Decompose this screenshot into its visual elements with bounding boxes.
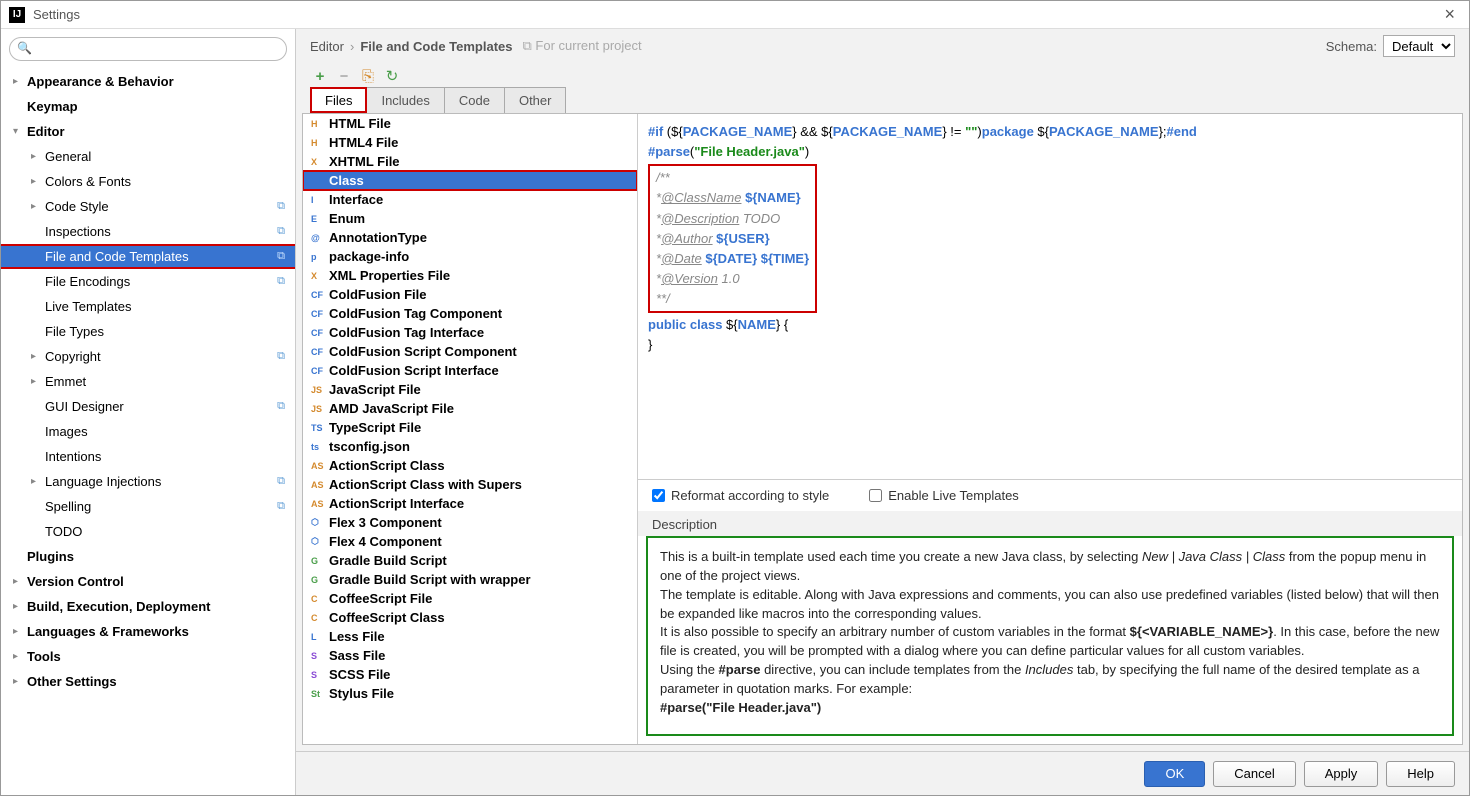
tree-item-images[interactable]: Images <box>1 419 295 444</box>
tab-code[interactable]: Code <box>444 87 505 113</box>
tree-item-file-types[interactable]: File Types <box>1 319 295 344</box>
template-sass-file[interactable]: SSass File <box>303 646 637 665</box>
template-amd-javascript-file[interactable]: JSAMD JavaScript File <box>303 399 637 418</box>
tree-item-todo[interactable]: TODO <box>1 519 295 544</box>
breadcrumb-parent: Editor <box>310 39 344 54</box>
template-class[interactable]: CClass <box>303 171 637 190</box>
template-xhtml-file[interactable]: XXHTML File <box>303 152 637 171</box>
remove-icon[interactable]: − <box>334 68 354 85</box>
template-list: HHTML FileHHTML4 FileXXHTML FileCClassII… <box>303 114 638 744</box>
tree-item-appearance-behavior[interactable]: ▸Appearance & Behavior <box>1 69 295 94</box>
template-coldfusion-tag-component[interactable]: CFColdFusion Tag Component <box>303 304 637 323</box>
tree-item-keymap[interactable]: Keymap <box>1 94 295 119</box>
breadcrumb-note: ⧉ For current project <box>523 38 642 54</box>
template-flex-3-component[interactable]: ⬡Flex 3 Component <box>303 513 637 532</box>
template-actionscript-class[interactable]: ASActionScript Class <box>303 456 637 475</box>
editor-options: Reformat according to style Enable Live … <box>638 479 1462 511</box>
schema-select[interactable]: Default <box>1383 35 1455 57</box>
template-editor[interactable]: #if (${PACKAGE_NAME} && ${PACKAGE_NAME} … <box>638 114 1462 479</box>
tab-includes[interactable]: Includes <box>366 87 444 113</box>
template-coldfusion-file[interactable]: CFColdFusion File <box>303 285 637 304</box>
template-javascript-file[interactable]: JSJavaScript File <box>303 380 637 399</box>
template-html4-file[interactable]: HHTML4 File <box>303 133 637 152</box>
tree-item-languages-frameworks[interactable]: ▸Languages & Frameworks <box>1 619 295 644</box>
breadcrumb-current: File and Code Templates <box>360 39 512 54</box>
template-enum[interactable]: EEnum <box>303 209 637 228</box>
live-templates-checkbox[interactable]: Enable Live Templates <box>869 488 1019 503</box>
tree-item-gui-designer[interactable]: GUI Designer⧉ <box>1 394 295 419</box>
template-coffeescript-class[interactable]: CCoffeeScript Class <box>303 608 637 627</box>
tree-item-editor[interactable]: ▾Editor <box>1 119 295 144</box>
tree-item-spelling[interactable]: Spelling⧉ <box>1 494 295 519</box>
template-gradle-build-script-with-wrapper[interactable]: GGradle Build Script with wrapper <box>303 570 637 589</box>
tree-item-other-settings[interactable]: ▸Other Settings <box>1 669 295 694</box>
template-scss-file[interactable]: SSCSS File <box>303 665 637 684</box>
add-icon[interactable]: + <box>310 68 330 85</box>
tree-item-emmet[interactable]: ▸Emmet <box>1 369 295 394</box>
template-actionscript-class-with-supers[interactable]: ASActionScript Class with Supers <box>303 475 637 494</box>
template-coffeescript-file[interactable]: CCoffeeScript File <box>303 589 637 608</box>
template-typescript-file[interactable]: TSTypeScript File <box>303 418 637 437</box>
window-title: Settings <box>33 7 1438 22</box>
help-button[interactable]: Help <box>1386 761 1455 787</box>
tree-item-colors-fonts[interactable]: ▸Colors & Fonts <box>1 169 295 194</box>
apply-button[interactable]: Apply <box>1304 761 1379 787</box>
template-stylus-file[interactable]: StStylus File <box>303 684 637 703</box>
search-icon: 🔍 <box>17 41 32 55</box>
template-package-info[interactable]: ppackage-info <box>303 247 637 266</box>
schema-label: Schema: <box>1326 39 1377 54</box>
sidebar: 🔍 ▸Appearance & BehaviorKeymap▾Editor▸Ge… <box>1 29 296 795</box>
template-flex-4-component[interactable]: ⬡Flex 4 Component <box>303 532 637 551</box>
dialog-footer: OK Cancel Apply Help <box>296 751 1469 795</box>
cancel-button[interactable]: Cancel <box>1213 761 1295 787</box>
template-annotationtype[interactable]: @AnnotationType <box>303 228 637 247</box>
tab-other[interactable]: Other <box>504 87 567 113</box>
tree-item-tools[interactable]: ▸Tools <box>1 644 295 669</box>
settings-tree: ▸Appearance & BehaviorKeymap▾Editor▸Gene… <box>1 69 295 795</box>
template-tabs: FilesIncludesCodeOther <box>296 85 1469 113</box>
breadcrumb: Editor › File and Code Templates ⧉ For c… <box>296 29 1469 63</box>
settings-window: IJ Settings × 🔍 ▸Appearance & BehaviorKe… <box>0 0 1470 796</box>
copy-icon[interactable]: ⎘ <box>358 68 378 85</box>
tree-item-file-and-code-templates[interactable]: File and Code Templates⧉ <box>1 244 295 269</box>
tree-item-general[interactable]: ▸General <box>1 144 295 169</box>
reformat-checkbox[interactable]: Reformat according to style <box>652 488 829 503</box>
template-tsconfig-json[interactable]: tstsconfig.json <box>303 437 637 456</box>
titlebar: IJ Settings × <box>1 1 1469 29</box>
search-input[interactable] <box>9 37 287 61</box>
ok-button[interactable]: OK <box>1144 761 1205 787</box>
tree-item-live-templates[interactable]: Live Templates <box>1 294 295 319</box>
tree-item-version-control[interactable]: ▸Version Control <box>1 569 295 594</box>
tree-item-code-style[interactable]: ▸Code Style⧉ <box>1 194 295 219</box>
template-coldfusion-script-component[interactable]: CFColdFusion Script Component <box>303 342 637 361</box>
template-coldfusion-script-interface[interactable]: CFColdFusion Script Interface <box>303 361 637 380</box>
tree-item-language-injections[interactable]: ▸Language Injections⧉ <box>1 469 295 494</box>
app-icon: IJ <box>9 7 25 23</box>
template-xml-properties-file[interactable]: XXML Properties File <box>303 266 637 285</box>
template-coldfusion-tag-interface[interactable]: CFColdFusion Tag Interface <box>303 323 637 342</box>
template-gradle-build-script[interactable]: GGradle Build Script <box>303 551 637 570</box>
tree-item-copyright[interactable]: ▸Copyright⧉ <box>1 344 295 369</box>
template-less-file[interactable]: LLess File <box>303 627 637 646</box>
template-interface[interactable]: IInterface <box>303 190 637 209</box>
template-actionscript-interface[interactable]: ASActionScript Interface <box>303 494 637 513</box>
description-header: Description <box>638 511 1462 536</box>
tree-item-inspections[interactable]: Inspections⧉ <box>1 219 295 244</box>
breadcrumb-sep: › <box>350 39 354 54</box>
tree-item-build-execution-deployment[interactable]: ▸Build, Execution, Deployment <box>1 594 295 619</box>
tab-files[interactable]: Files <box>310 87 367 113</box>
tree-item-plugins[interactable]: Plugins <box>1 544 295 569</box>
refresh-icon[interactable]: ↻ <box>382 67 402 85</box>
tree-item-file-encodings[interactable]: File Encodings⧉ <box>1 269 295 294</box>
main-panel: Editor › File and Code Templates ⧉ For c… <box>296 29 1469 795</box>
template-html-file[interactable]: HHTML File <box>303 114 637 133</box>
tree-item-intentions[interactable]: Intentions <box>1 444 295 469</box>
close-icon[interactable]: × <box>1438 4 1461 25</box>
description-box: This is a built-in template used each ti… <box>646 536 1454 736</box>
